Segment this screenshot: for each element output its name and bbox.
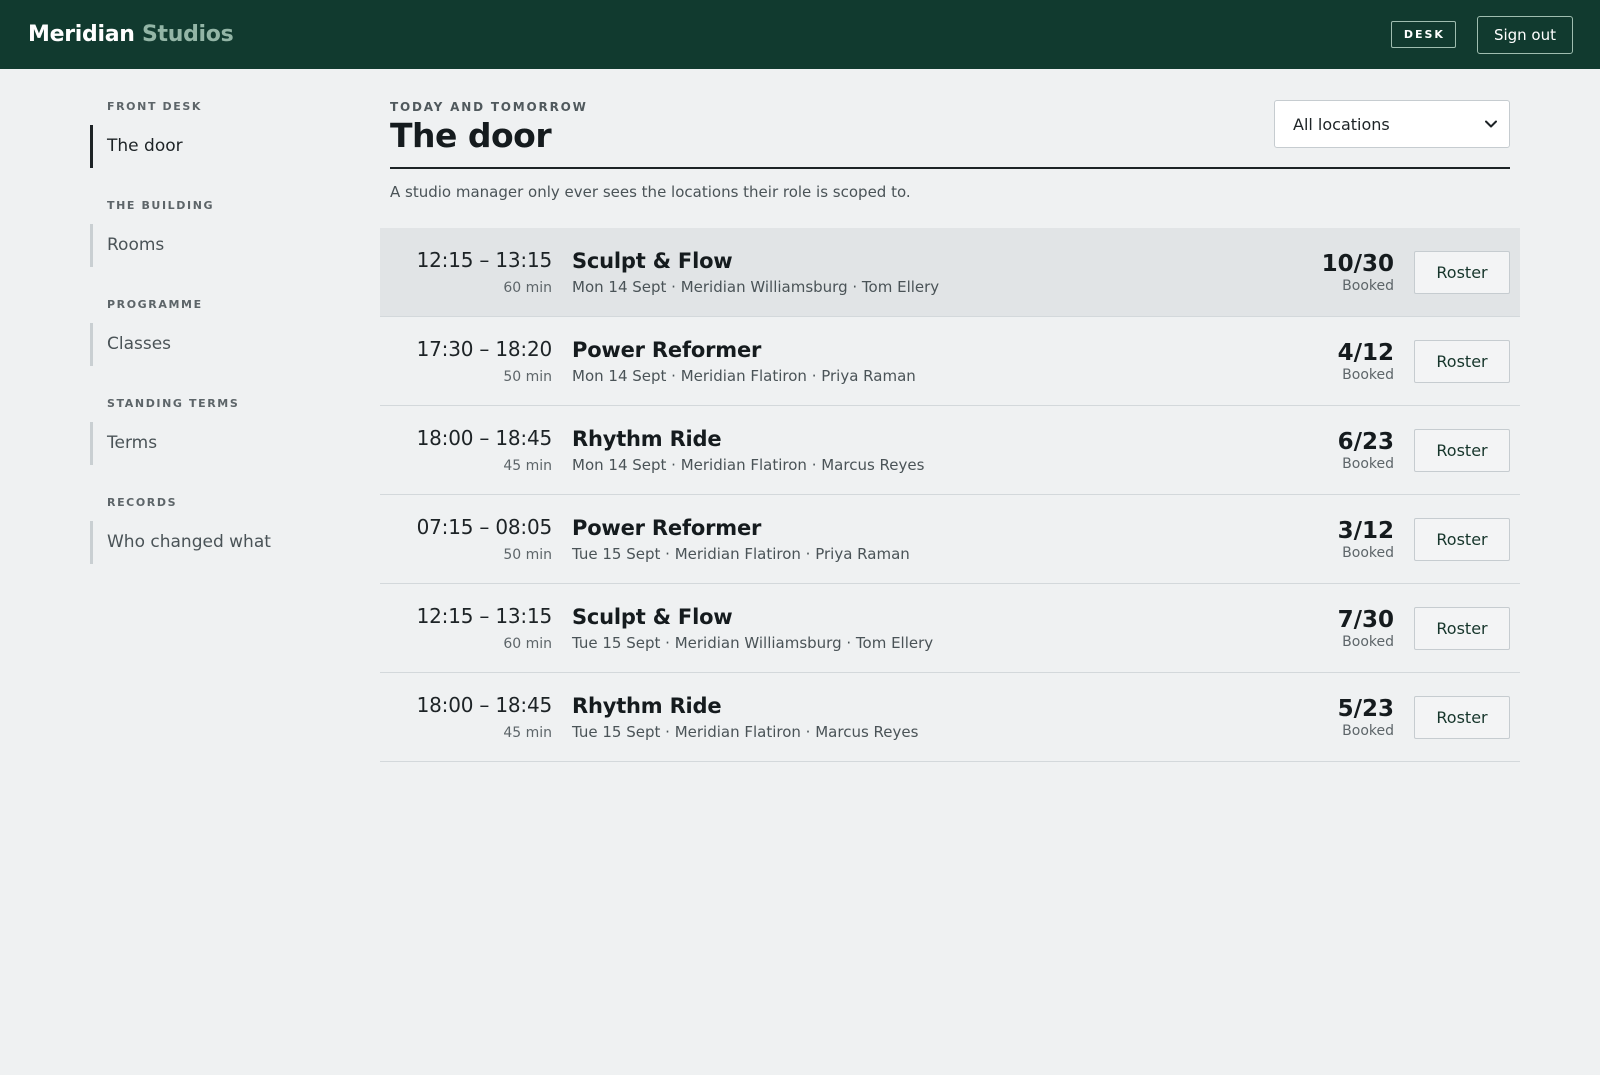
session-class-name: Sculpt & Flow	[572, 248, 733, 273]
session-row[interactable]: 07:15 – 08:05 50 min Power Reformer Tue 15 …	[380, 495, 1520, 584]
session-booking: 10/30 Booked	[1284, 251, 1394, 294]
sidebar-nav: FRONT DESK The door THE BUILDING Rooms PROGR…	[90, 100, 350, 595]
booked-count: 4/12	[1337, 339, 1394, 366]
nav-group-title: FRONT DESK	[107, 100, 202, 113]
main-content: TODAY AND TOMORROW The door All location…	[380, 100, 1520, 762]
booked-label: Booked	[1342, 366, 1394, 383]
session-info: Sculpt & Flow Tue 15 Sept · Meridian Will…	[572, 605, 1284, 652]
session-time-range: 12:15 – 13:15	[416, 248, 553, 272]
sidebar-item-the-door[interactable]: The door	[90, 125, 350, 168]
booked-count: 3/12	[1337, 517, 1394, 544]
session-info: Power Reformer Tue 15 Sept · Meridian Fla…	[572, 516, 1284, 563]
session-booking: 4/12 Booked	[1284, 340, 1394, 383]
scope-note: A studio manager only ever sees the loca…	[390, 183, 911, 201]
session-row[interactable]: 17:30 – 18:20 50 min Power Reformer Mon 14 …	[380, 317, 1520, 406]
page-header: TODAY AND TOMORROW The door All location…	[390, 100, 1510, 169]
roster-button[interactable]: Roster	[1414, 517, 1510, 561]
session-time-range: 18:00 – 18:45	[416, 693, 553, 717]
booked-label: Booked	[1342, 722, 1394, 739]
nav-group-title: RECORDS	[107, 496, 178, 509]
roster-button[interactable]: Roster	[1414, 606, 1510, 650]
session-class-name: Power Reformer	[572, 337, 762, 362]
brand-logo[interactable]: Meridian Studios	[28, 22, 234, 47]
session-row[interactable]: 18:00 – 18:45 45 min Rhythm Ride Tue 15 Sep…	[380, 673, 1520, 762]
session-info: Rhythm Ride Mon 14 Sept · Meridian Flatir…	[572, 427, 1284, 474]
session-duration: 60 min	[503, 636, 552, 652]
session-duration: 50 min	[503, 369, 552, 385]
roster-button[interactable]: Roster	[1414, 695, 1510, 739]
roster-button[interactable]: Roster	[1414, 428, 1510, 472]
session-duration: 45 min	[503, 725, 552, 741]
booked-count: 10/30	[1321, 250, 1394, 277]
session-time-range: 18:00 – 18:45	[416, 426, 553, 450]
nav-group: FRONT DESK The door	[90, 100, 350, 168]
session-booking: 7/30 Booked	[1284, 607, 1394, 650]
session-class-name: Rhythm Ride	[572, 426, 722, 451]
session-class-name: Rhythm Ride	[572, 693, 722, 718]
nav-group-title: THE BUILDING	[107, 199, 215, 212]
session-row[interactable]: 12:15 – 13:15 60 min Sculpt & Flow Mon 14 S…	[380, 228, 1520, 317]
session-row[interactable]: 18:00 – 18:45 45 min Rhythm Ride Mon 14 Sep…	[380, 406, 1520, 495]
session-meta: Mon 14 Sept · Meridian Flatiron · Priya …	[572, 366, 916, 385]
sidebar-item-rooms[interactable]: Rooms	[90, 224, 350, 267]
session-class-name: Power Reformer	[572, 515, 762, 540]
session-time: 17:30 – 18:20 50 min	[380, 337, 553, 385]
session-row[interactable]: 12:15 – 13:15 60 min Sculpt & Flow Tue 15 S…	[380, 584, 1520, 673]
session-time-range: 12:15 – 13:15	[416, 604, 553, 628]
session-duration: 60 min	[503, 280, 552, 296]
session-booking: 6/23 Booked	[1284, 429, 1394, 472]
session-class-name: Sculpt & Flow	[572, 604, 733, 629]
top-bar: Meridian Studios DESK Sign out	[0, 0, 1600, 69]
location-select-value: All locations	[1293, 114, 1390, 134]
nav-group: THE BUILDING Rooms	[90, 199, 350, 267]
page-body: FRONT DESK The door THE BUILDING Rooms PROGR…	[0, 69, 1600, 1075]
booked-count: 7/30	[1337, 606, 1394, 633]
session-info: Power Reformer Mon 14 Sept · Meridian Fla…	[572, 338, 1284, 385]
booked-label: Booked	[1342, 633, 1394, 650]
role-badge: DESK	[1390, 21, 1456, 48]
nav-group: STANDING TERMS Terms	[90, 397, 350, 465]
booked-count: 6/23	[1337, 428, 1394, 455]
booked-label: Booked	[1342, 544, 1394, 561]
top-actions: DESK Sign out	[1390, 15, 1573, 54]
location-select[interactable]: All locations	[1274, 100, 1510, 148]
session-time: 07:15 – 08:05 50 min	[380, 515, 553, 563]
session-time: 12:15 – 13:15 60 min	[380, 248, 553, 296]
session-duration: 50 min	[503, 547, 552, 563]
session-meta: Tue 15 Sept · Meridian Flatiron · Priya …	[572, 544, 910, 563]
session-time-range: 07:15 – 08:05	[416, 515, 553, 539]
nav-group-title: STANDING TERMS	[107, 397, 240, 410]
sign-out-button[interactable]: Sign out	[1476, 15, 1573, 54]
session-meta: Tue 15 Sept · Meridian Williamsburg · To…	[572, 633, 934, 652]
roster-button[interactable]: Roster	[1414, 250, 1510, 294]
session-time: 18:00 – 18:45 45 min	[380, 426, 553, 474]
nav-group: RECORDS Who changed what	[90, 496, 350, 564]
session-meta: Mon 14 Sept · Meridian Flatiron · Marcus…	[572, 455, 925, 474]
sessions-list: 12:15 – 13:15 60 min Sculpt & Flow Mon 14 S…	[380, 228, 1520, 762]
session-duration: 45 min	[503, 458, 552, 474]
session-booking: 3/12 Booked	[1284, 518, 1394, 561]
sidebar-item-terms[interactable]: Terms	[90, 422, 350, 465]
brand-primary: Meridian	[28, 22, 135, 47]
session-meta: Tue 15 Sept · Meridian Flatiron · Marcus…	[572, 722, 919, 741]
session-time-range: 17:30 – 18:20	[416, 337, 553, 361]
nav-group-title: PROGRAMME	[107, 298, 203, 311]
session-time: 12:15 – 13:15 60 min	[380, 604, 553, 652]
sidebar-item-who-changed-what[interactable]: Who changed what	[90, 521, 350, 564]
roster-button[interactable]: Roster	[1414, 339, 1510, 383]
booked-label: Booked	[1342, 455, 1394, 472]
chevron-down-icon	[1485, 120, 1497, 128]
session-meta: Mon 14 Sept · Meridian Williamsburg · To…	[572, 277, 940, 296]
session-booking: 5/23 Booked	[1284, 696, 1394, 739]
booked-label: Booked	[1342, 277, 1394, 294]
nav-group: PROGRAMME Classes	[90, 298, 350, 366]
session-info: Sculpt & Flow Mon 14 Sept · Meridian Will…	[572, 249, 1284, 296]
sidebar-item-classes[interactable]: Classes	[90, 323, 350, 366]
brand-secondary: Studios	[141, 22, 234, 47]
session-time: 18:00 – 18:45 45 min	[380, 693, 553, 741]
session-info: Rhythm Ride Tue 15 Sept · Meridian Flatir…	[572, 694, 1284, 741]
booked-count: 5/23	[1337, 695, 1394, 722]
